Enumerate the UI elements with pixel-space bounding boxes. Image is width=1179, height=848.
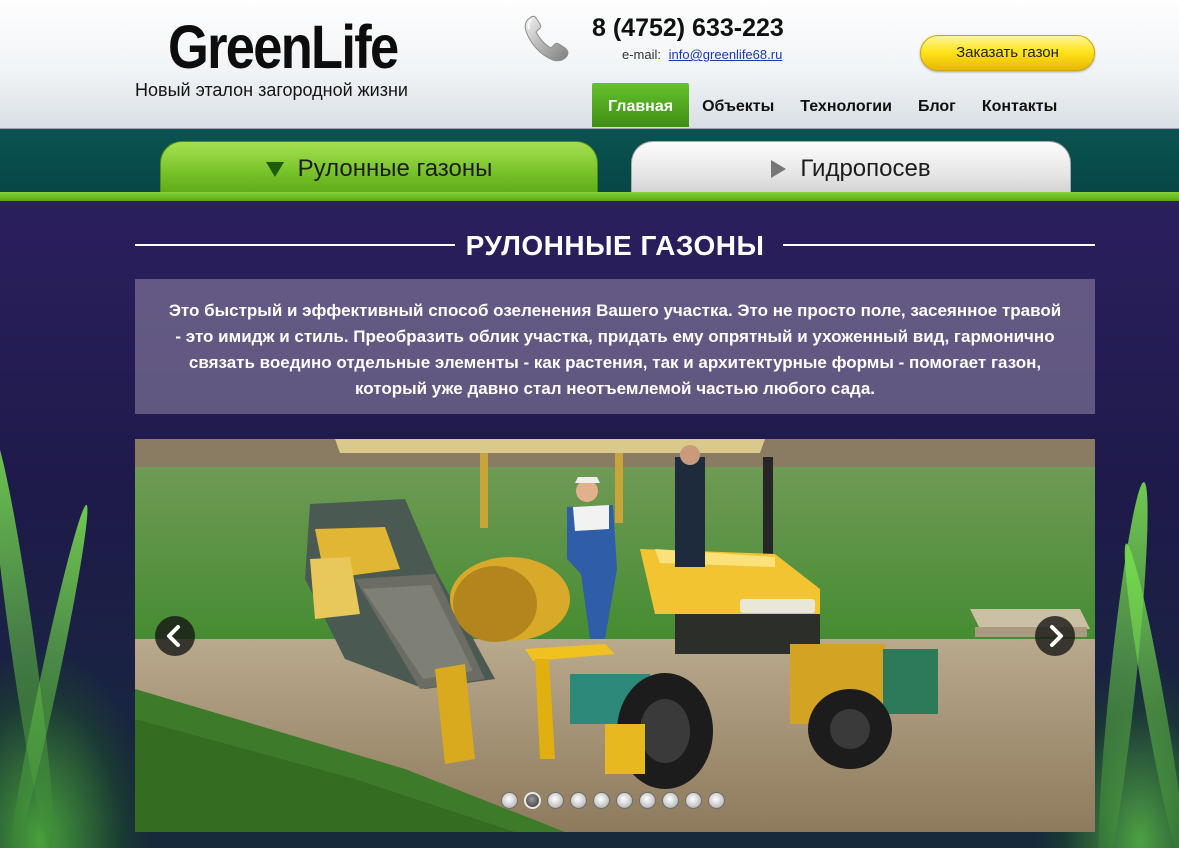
tab-roll-lawns[interactable]: Рулонные газоны bbox=[160, 141, 598, 196]
slider-next-button[interactable] bbox=[1035, 616, 1075, 656]
order-lawn-button[interactable]: Заказать газон bbox=[920, 35, 1095, 71]
slider-dot[interactable] bbox=[708, 792, 725, 809]
phone-number: 8 (4752) 633-223 bbox=[592, 14, 784, 42]
email-link[interactable]: info@greenlife68.ru bbox=[669, 47, 783, 62]
slider-dot[interactable] bbox=[593, 792, 610, 809]
slider-dot[interactable] bbox=[662, 792, 679, 809]
nav-item-blog[interactable]: Блог bbox=[905, 83, 969, 127]
tab-band-divider bbox=[0, 192, 1179, 201]
section-heading: РУЛОННЫЕ ГАЗОНЫ bbox=[135, 226, 1095, 266]
slider-dot[interactable] bbox=[685, 792, 702, 809]
section-title: РУЛОННЫЕ ГАЗОНЫ bbox=[465, 230, 765, 261]
slider-dot[interactable] bbox=[501, 792, 518, 809]
tab-roll-lawns-label: Рулонные газоны bbox=[297, 155, 493, 182]
slider-dot[interactable] bbox=[616, 792, 633, 809]
intro-text: Это быстрый и эффективный способ озелене… bbox=[135, 279, 1095, 414]
phone-handset-icon bbox=[520, 10, 576, 66]
slider-pagination bbox=[501, 792, 731, 810]
slider-dot[interactable] bbox=[524, 792, 541, 809]
email-label: e-mail: bbox=[622, 47, 662, 62]
slider-dot[interactable] bbox=[570, 792, 587, 809]
image-slider[interactable] bbox=[135, 439, 1095, 832]
site-tagline: Новый эталон загородной жизни bbox=[135, 80, 408, 100]
chevron-left-icon bbox=[167, 625, 180, 647]
tab-hydroseeding-label: Гидропосев bbox=[800, 155, 931, 182]
site-logo[interactable]: GreenLife bbox=[168, 13, 399, 81]
main-nav: Главная Объекты Технологии Блог Контакты bbox=[592, 83, 1070, 127]
slider-dot[interactable] bbox=[547, 792, 564, 809]
nav-item-technologies[interactable]: Технологии bbox=[787, 83, 905, 127]
email-row: e-mail: info@greenlife68.ru bbox=[622, 47, 782, 62]
nav-item-objects[interactable]: Объекты bbox=[689, 83, 787, 127]
slide-image-tractor bbox=[135, 439, 1095, 832]
nav-item-home[interactable]: Главная bbox=[592, 83, 690, 127]
triangle-right-icon bbox=[771, 160, 787, 178]
tab-hydroseeding[interactable]: Гидропосев bbox=[631, 141, 1071, 196]
slider-dot[interactable] bbox=[639, 792, 656, 809]
triangle-down-icon bbox=[265, 161, 284, 177]
nav-item-contacts[interactable]: Контакты bbox=[969, 83, 1070, 127]
slider-prev-button[interactable] bbox=[155, 616, 195, 656]
site-header: GreenLife Новый эталон загородной жизни … bbox=[0, 0, 1179, 129]
chevron-right-icon bbox=[1050, 625, 1063, 647]
